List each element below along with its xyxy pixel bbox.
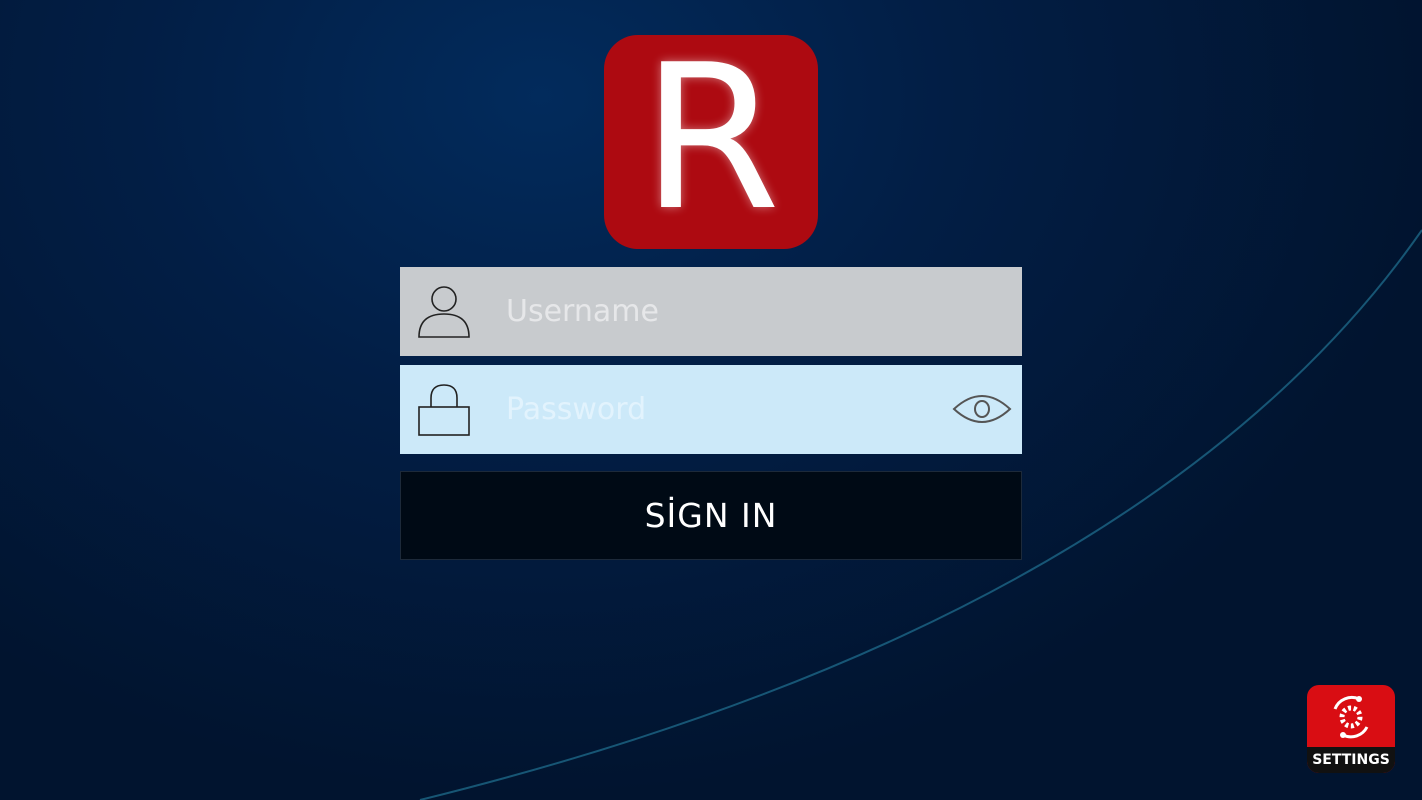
username-field[interactable] <box>400 267 1022 356</box>
gear-icon <box>1333 696 1369 739</box>
lock-icon <box>418 384 470 436</box>
logo-letter: R <box>641 22 781 255</box>
password-input[interactable] <box>506 365 926 454</box>
eye-icon[interactable] <box>952 389 1012 429</box>
user-icon <box>418 286 470 338</box>
password-field[interactable] <box>400 365 1022 454</box>
username-input[interactable] <box>506 267 926 356</box>
app-logo: R <box>604 35 818 249</box>
settings-button[interactable]: SETTINGS <box>1307 685 1395 773</box>
settings-label: SETTINGS <box>1307 747 1395 773</box>
sign-in-button[interactable]: SİGN IN <box>400 471 1022 560</box>
sign-in-label: SİGN IN <box>644 496 778 535</box>
